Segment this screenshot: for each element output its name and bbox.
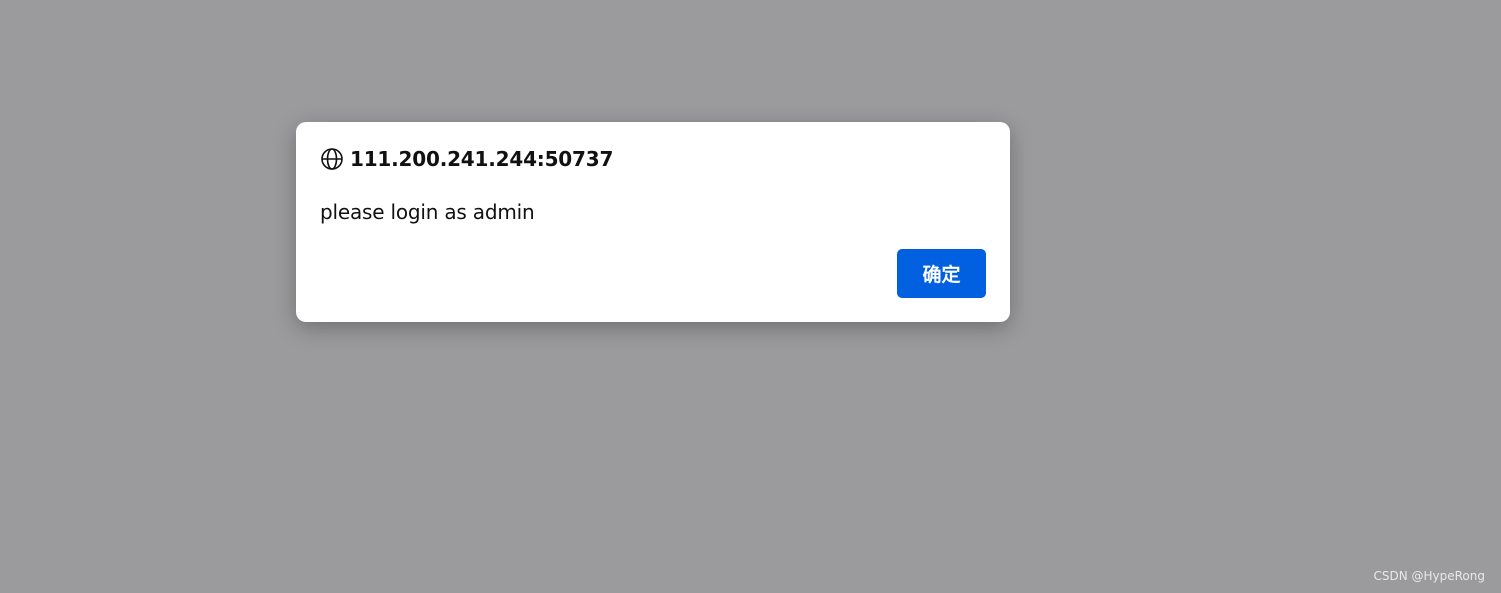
globe-icon	[320, 147, 344, 171]
dialog-header: 111.200.241.244:50737	[320, 146, 613, 172]
dialog-origin-title: 111.200.241.244:50737	[350, 147, 614, 171]
alert-dialog: 111.200.241.244:50737 please login as ad…	[296, 122, 1010, 322]
watermark: CSDN @HypeRong	[1373, 569, 1485, 583]
dialog-message: please login as admin	[320, 200, 535, 224]
ok-button[interactable]: 确定	[897, 249, 986, 298]
